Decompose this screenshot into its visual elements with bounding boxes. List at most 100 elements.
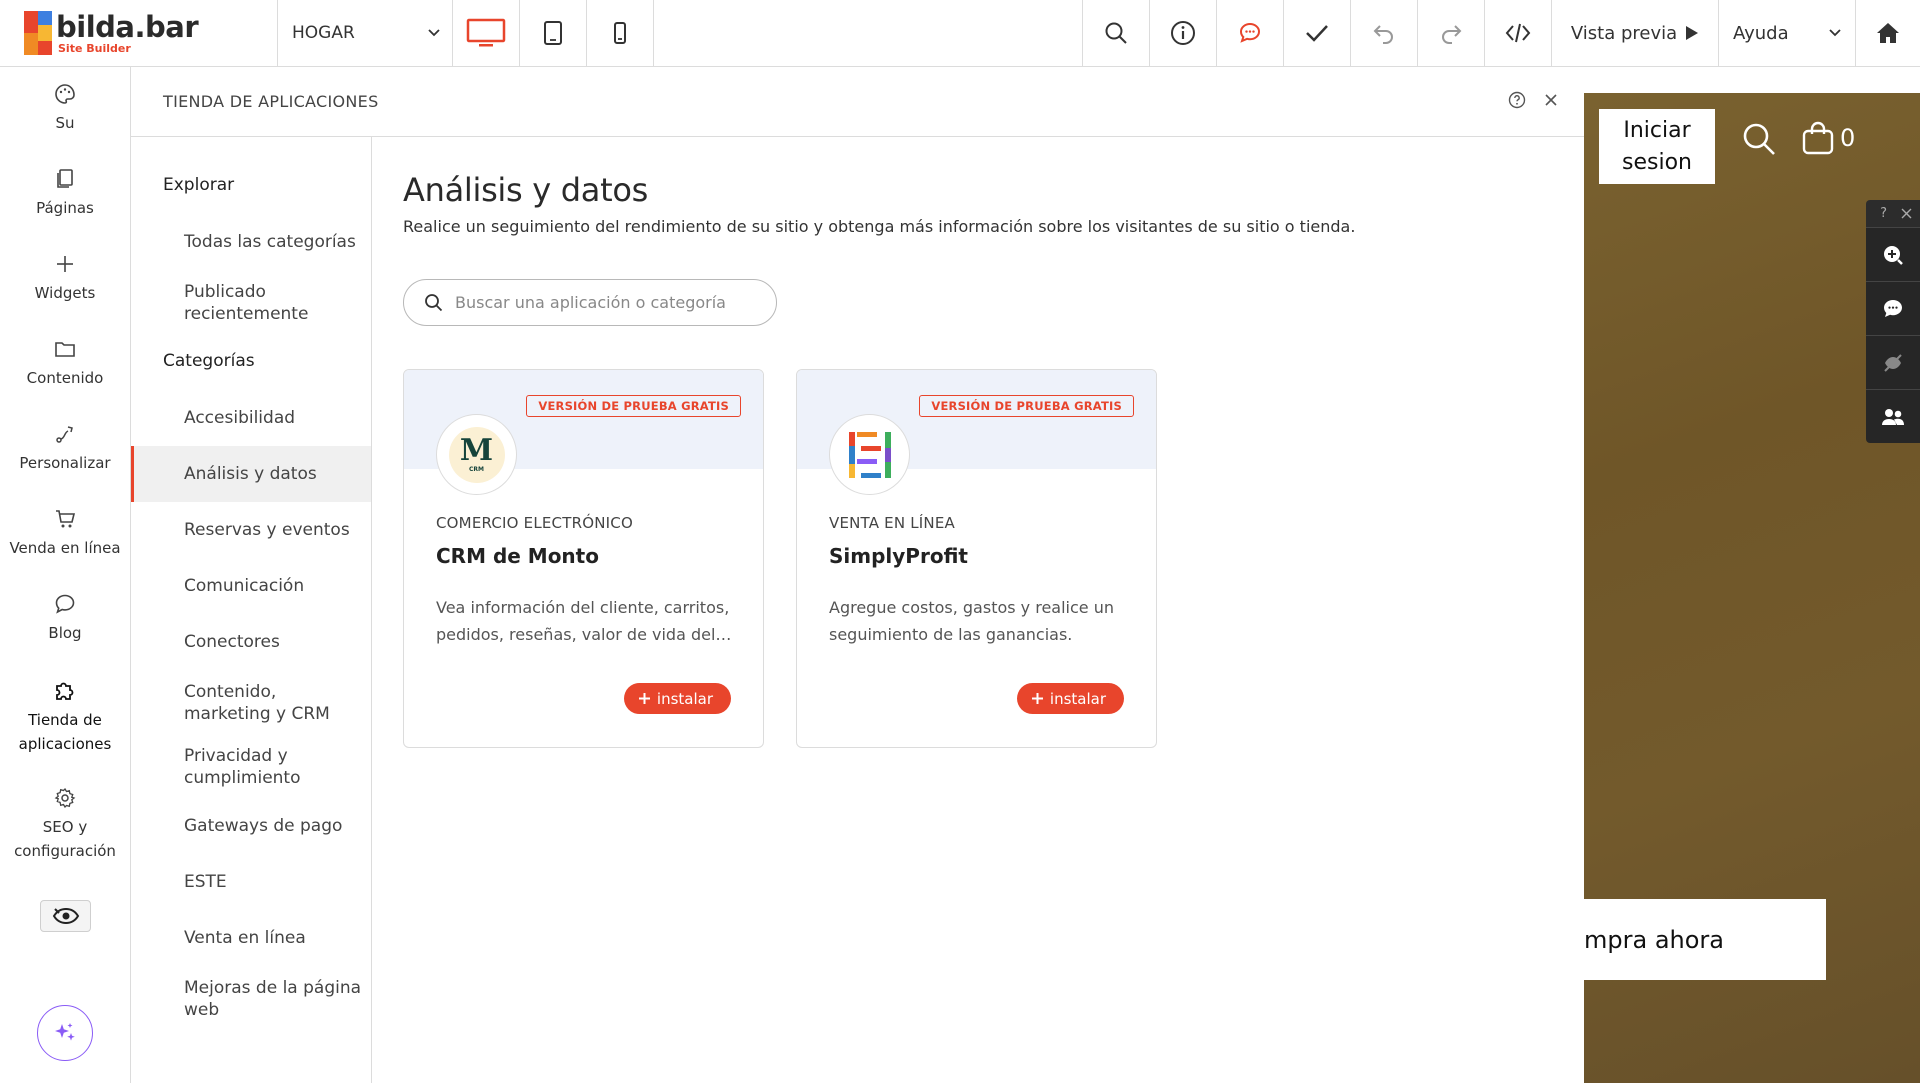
ai-assistant-button[interactable] bbox=[37, 1005, 93, 1061]
sidebar-item-seo-settings[interactable]: SEO y configuración bbox=[0, 787, 130, 863]
preview-login-button[interactable]: Iniciar sesion bbox=[1599, 109, 1715, 184]
sidebar-item-sell-online[interactable]: Venda en línea bbox=[0, 508, 130, 560]
app-store-panel: TIENDA DE APLICACIONES Explorar Todas la… bbox=[131, 67, 1584, 1083]
preview-buy-button[interactable]: mpra ahora bbox=[1584, 899, 1826, 980]
nav-item-web-enhancements[interactable]: Mejoras de la página web bbox=[131, 977, 371, 1021]
tablet-view-button[interactable] bbox=[520, 0, 587, 66]
app-card[interactable]: VERSIÓN DE PRUEBA GRATIS VENTA EN LÍNEA … bbox=[796, 369, 1157, 748]
nav-item-analytics[interactable]: Análisis y datos bbox=[131, 446, 371, 502]
close-icon[interactable] bbox=[1901, 208, 1912, 219]
cart-icon bbox=[56, 510, 76, 528]
preview-button[interactable]: Vista previa bbox=[1551, 0, 1718, 66]
nav-item-content-marketing[interactable]: Contenido, marketing y CRM bbox=[131, 681, 341, 725]
chat-bubble-icon bbox=[1239, 22, 1261, 43]
nav-item-payment-gateways[interactable]: Gateways de pago bbox=[131, 815, 371, 837]
nav-item-bookings[interactable]: Reservas y eventos bbox=[131, 519, 371, 541]
page-select-value: HOGAR bbox=[292, 23, 355, 43]
plus-icon bbox=[1031, 693, 1043, 704]
app-search-input[interactable] bbox=[455, 293, 735, 312]
nav-item-privacy[interactable]: Privacidad y cumplimiento bbox=[131, 745, 341, 789]
customize-icon bbox=[56, 426, 73, 443]
sidebar-item-theme[interactable]: Su bbox=[0, 83, 130, 135]
preview-cart[interactable]: 0 bbox=[1802, 121, 1855, 155]
app-category: COMERCIO ELECTRÓNICO bbox=[436, 514, 633, 532]
search-button[interactable] bbox=[1082, 0, 1149, 66]
hidden-icon bbox=[1884, 353, 1902, 372]
nav-item-recently-published[interactable]: Publicado recientemente bbox=[131, 281, 371, 325]
top-toolbar: bilda.bar Site Builder HOGAR Vista previ… bbox=[0, 0, 1920, 67]
logo[interactable]: bilda.bar Site Builder bbox=[0, 0, 278, 66]
tablet-icon bbox=[544, 21, 562, 45]
nav-item-communication[interactable]: Comunicación bbox=[131, 575, 371, 597]
chat-support-button[interactable] bbox=[1216, 0, 1283, 66]
comment-button[interactable] bbox=[1866, 281, 1920, 335]
logo-subtitle: Site Builder bbox=[58, 41, 131, 55]
sidebar-item-app-store[interactable]: Tienda de aplicaciones bbox=[0, 678, 130, 756]
search-icon bbox=[1105, 22, 1127, 44]
desktop-view-button[interactable] bbox=[453, 0, 520, 66]
preview-search-icon[interactable] bbox=[1741, 121, 1777, 157]
redo-icon bbox=[1442, 25, 1462, 44]
nav-item-connectors[interactable]: Conectores bbox=[131, 631, 371, 653]
nav-heading-categories: Categorías bbox=[163, 351, 255, 371]
nav-item-sell-online[interactable]: Venta en línea bbox=[131, 927, 371, 949]
visibility-toggle[interactable] bbox=[40, 900, 91, 932]
home-icon bbox=[1877, 23, 1899, 43]
pages-icon bbox=[57, 169, 73, 188]
category-heading: Análisis y datos bbox=[403, 171, 648, 209]
help-label: Ayuda bbox=[1733, 22, 1789, 44]
chat-icon bbox=[55, 594, 75, 614]
app-name[interactable]: SimplyProfit bbox=[829, 544, 968, 568]
redo-button[interactable] bbox=[1417, 0, 1484, 66]
sidebar-item-label: Su bbox=[55, 114, 75, 132]
mobile-view-button[interactable] bbox=[587, 0, 654, 66]
install-label: instalar bbox=[1049, 689, 1106, 708]
install-button[interactable]: instalar bbox=[1016, 683, 1124, 714]
undo-button[interactable] bbox=[1350, 0, 1417, 66]
chevron-down-icon bbox=[428, 29, 440, 37]
floating-toolbar: ? bbox=[1866, 200, 1920, 443]
help-circle-icon[interactable] bbox=[1508, 91, 1526, 109]
play-icon bbox=[1686, 26, 1699, 40]
nav-item-accessibility[interactable]: Accesibilidad bbox=[131, 407, 371, 429]
app-card[interactable]: VERSIÓN DE PRUEBA GRATIS M CRM COMERCIO … bbox=[403, 369, 764, 748]
panel-title: TIENDA DE APLICACIONES bbox=[163, 92, 379, 111]
question-icon[interactable]: ? bbox=[1880, 206, 1887, 221]
preview-cart-count: 0 bbox=[1840, 124, 1856, 152]
eye-icon bbox=[52, 907, 79, 925]
app-search-box[interactable] bbox=[403, 279, 777, 326]
nav-item-este[interactable]: ESTE bbox=[131, 871, 371, 893]
close-icon[interactable] bbox=[1544, 93, 1558, 107]
users-button[interactable] bbox=[1866, 389, 1920, 443]
publish-check-button[interactable] bbox=[1283, 0, 1350, 66]
install-button[interactable]: instalar bbox=[623, 683, 731, 714]
mobile-icon bbox=[614, 22, 626, 44]
code-icon bbox=[1505, 23, 1531, 43]
sparkles-icon bbox=[55, 1023, 75, 1041]
undo-icon bbox=[1373, 25, 1393, 44]
sidebar-item-blog[interactable]: Blog bbox=[0, 593, 130, 645]
sidebar-item-label: Páginas bbox=[36, 199, 94, 217]
home-button[interactable] bbox=[1855, 0, 1920, 66]
info-button[interactable] bbox=[1149, 0, 1216, 66]
palette-icon bbox=[55, 84, 75, 104]
page-select-dropdown[interactable]: HOGAR bbox=[278, 0, 453, 66]
zoom-in-button[interactable] bbox=[1866, 227, 1920, 281]
code-button[interactable] bbox=[1484, 0, 1551, 66]
help-dropdown[interactable]: Ayuda bbox=[1718, 0, 1855, 66]
nav-heading-explore: Explorar bbox=[163, 175, 235, 195]
sidebar-item-label: Widgets bbox=[34, 284, 96, 302]
sidebar-item-widgets[interactable]: Widgets bbox=[0, 253, 130, 305]
logo-mark-icon bbox=[24, 11, 52, 55]
checkmark-icon bbox=[1306, 25, 1328, 42]
monto-crm-logo: M CRM bbox=[436, 414, 517, 495]
sidebar-item-content[interactable]: Contenido bbox=[0, 338, 130, 390]
sidebar-item-label: Contenido bbox=[26, 369, 104, 387]
preview-buy-label: mpra ahora bbox=[1584, 925, 1724, 954]
hide-button[interactable] bbox=[1866, 335, 1920, 389]
sidebar-item-pages[interactable]: Páginas bbox=[0, 168, 130, 220]
nav-item-all-categories[interactable]: Todas las categorías bbox=[131, 231, 371, 253]
app-name[interactable]: CRM de Monto bbox=[436, 544, 599, 568]
plus-icon bbox=[57, 256, 73, 272]
sidebar-item-customize[interactable]: Personalizar bbox=[0, 423, 130, 475]
